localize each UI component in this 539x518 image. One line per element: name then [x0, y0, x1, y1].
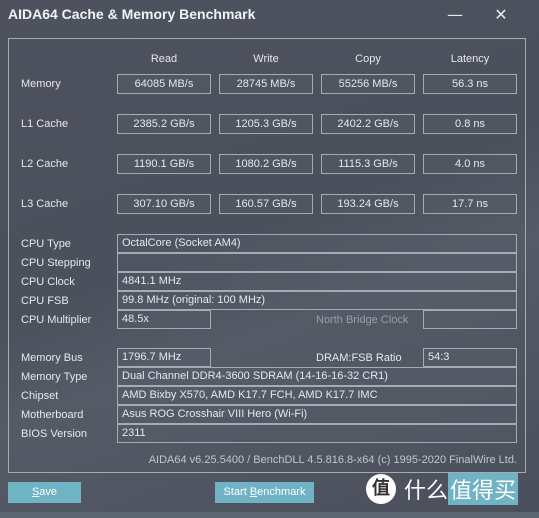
close-icon[interactable]: ✕ — [486, 3, 516, 27]
memory-type-value: Dual Channel DDR4-3600 SDRAM (14-16-16-3… — [117, 367, 517, 386]
save-button[interactable]: Save — [8, 482, 81, 503]
memory-latency-value: 56.3 ns — [423, 74, 517, 94]
row-label-l1-cache: L1 Cache — [21, 118, 69, 130]
cpu-type-value: OctalCore (Socket AM4) — [117, 234, 517, 253]
cpu-stepping-value — [117, 253, 517, 272]
l1-read-value: 2385.2 GB/s — [117, 114, 211, 134]
cpu-stepping-label: CPU Stepping — [21, 257, 91, 269]
start-label-pre: Start — [223, 486, 250, 498]
cpu-type-label: CPU Type — [21, 238, 71, 250]
l2-copy-value: 1115.3 GB/s — [321, 154, 415, 174]
l3-latency-value: 17.7 ns — [423, 194, 517, 214]
start-label-rest: enchmark — [257, 486, 306, 498]
memory-bus-label: Memory Bus — [21, 352, 83, 364]
north-bridge-clock-value — [423, 310, 517, 329]
watermark-text: 什么 — [404, 479, 449, 504]
row-label-memory: Memory — [21, 78, 61, 90]
bios-version-value: 2311 — [117, 424, 517, 443]
memory-bus-value: 1796.7 MHz — [117, 348, 211, 367]
chipset-label: Chipset — [21, 390, 59, 402]
memory-copy-value: 55256 MB/s — [321, 74, 415, 94]
cpu-fsb-value: 99.8 MHz (original: 100 MHz) — [117, 291, 517, 310]
cpu-clock-label: CPU Clock — [21, 276, 75, 288]
l2-read-value: 1190.1 GB/s — [117, 154, 211, 174]
l3-read-value: 307.10 GB/s — [117, 194, 211, 214]
dram-fsb-ratio-label: DRAM:FSB Ratio — [316, 352, 402, 364]
bottom-strip — [0, 512, 539, 518]
version-footer: AIDA64 v6.25.5400 / BenchDLL 4.5.816.8-x… — [148, 454, 517, 466]
chipset-value: AMD Bixby X570, AMD K17.7 FCH, AMD K17.7… — [117, 386, 517, 405]
l2-write-value: 1080.2 GB/s — [219, 154, 313, 174]
bios-version-label: BIOS Version — [21, 428, 88, 440]
l3-copy-value: 193.24 GB/s — [321, 194, 415, 214]
motherboard-value: Asus ROG Crosshair VIII Hero (Wi-Fi) — [117, 405, 517, 424]
minimize-icon[interactable]: — — [440, 3, 470, 27]
start-benchmark-button[interactable]: Start Benchmark — [215, 482, 314, 503]
memory-read-value: 64085 MB/s — [117, 74, 211, 94]
motherboard-label: Motherboard — [21, 409, 84, 421]
l1-write-value: 1205.3 GB/s — [219, 114, 313, 134]
memory-write-value: 28745 MB/s — [219, 74, 313, 94]
column-header-copy: Copy — [355, 53, 381, 65]
north-bridge-clock-label: North Bridge Clock — [316, 314, 409, 326]
save-label: ave — [39, 486, 58, 498]
cpu-multiplier-value: 48.5x — [117, 310, 211, 329]
l3-write-value: 160.57 GB/s — [219, 194, 313, 214]
cpu-multiplier-label: CPU Multiplier — [21, 314, 92, 326]
l1-latency-value: 0.8 ns — [423, 114, 517, 134]
column-header-read: Read — [150, 53, 178, 65]
memory-type-label: Memory Type — [21, 371, 88, 383]
column-header-write: Write — [253, 53, 279, 65]
row-label-l3-cache: L3 Cache — [21, 198, 69, 210]
cpu-fsb-label: CPU FSB — [21, 295, 69, 307]
dram-fsb-ratio-value: 54:3 — [423, 348, 517, 367]
row-label-l2-cache: L2 Cache — [21, 158, 69, 170]
window-title: AIDA64 Cache & Memory Benchmark — [8, 6, 256, 22]
watermark-text-highlight: 值得买 — [448, 473, 519, 505]
l2-latency-value: 4.0 ns — [423, 154, 517, 174]
cpu-clock-value: 4841.1 MHz — [117, 272, 517, 291]
column-header-latency: Latency — [450, 53, 490, 65]
l1-copy-value: 2402.2 GB/s — [321, 114, 415, 134]
watermark: 值 什么 值得买 — [366, 472, 519, 506]
benchmark-window: AIDA64 Cache & Memory Benchmark — ✕ Read… — [0, 0, 539, 518]
watermark-logo-icon: 值 — [366, 474, 396, 504]
